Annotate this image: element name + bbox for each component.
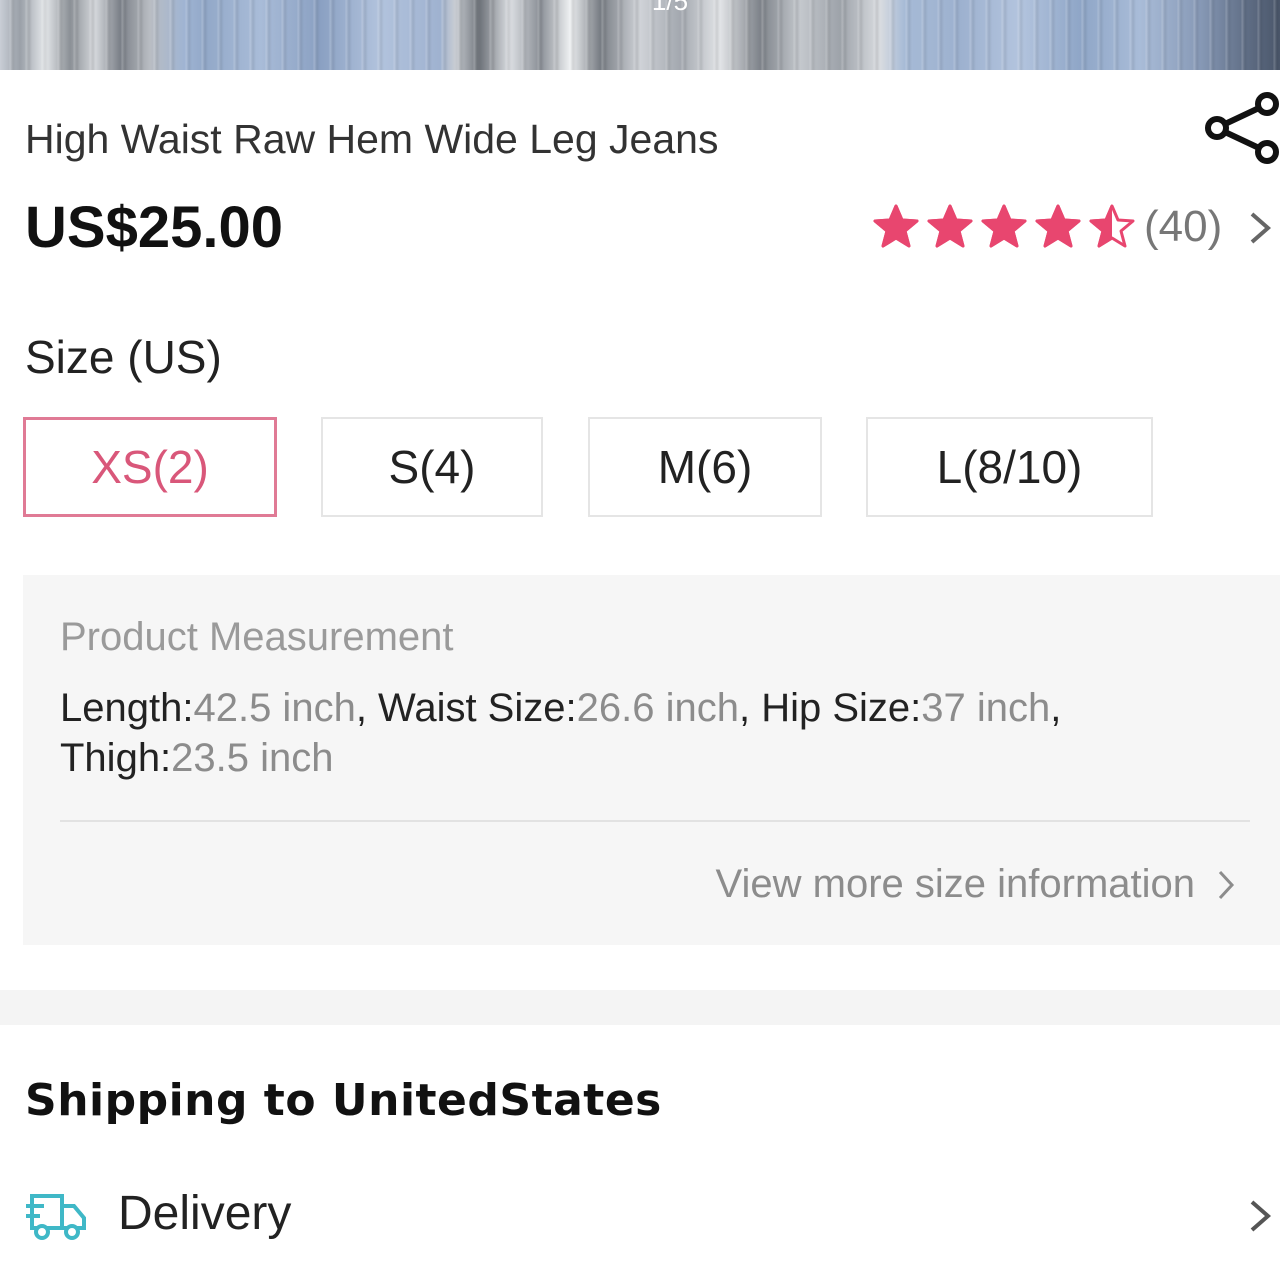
chevron-right-icon[interactable] [1248, 210, 1272, 246]
view-more-label: View more size information [715, 862, 1195, 906]
size-section-label: Size (US) [25, 331, 222, 383]
divider [60, 820, 1250, 822]
share-icon[interactable] [1203, 92, 1280, 166]
product-price: US$25.00 [25, 195, 283, 260]
measurement-value-hip: 37 inch [921, 686, 1051, 730]
measurement-key-length: Length: [60, 686, 194, 730]
star-full-icon [1035, 204, 1081, 248]
measurement-key-waist: Waist Size: [378, 686, 577, 730]
product-measurement-panel: Product Measurement Length:42.5 inch, Wa… [23, 575, 1280, 945]
chevron-right-icon [1218, 870, 1235, 899]
measurement-key-hip: Hip Size: [761, 686, 922, 730]
star-half-icon [1089, 204, 1135, 248]
delivery-label: Delivery [118, 1187, 292, 1240]
section-separator [0, 990, 1280, 1025]
measurement-value-waist: 26.6 inch [576, 686, 739, 730]
image-counter: 1/5 [651, 0, 689, 16]
star-full-icon [927, 204, 973, 248]
star-full-icon [981, 204, 1027, 248]
delivery-row[interactable]: Delivery [0, 1170, 1280, 1260]
product-title: High Waist Raw Hem Wide Leg Jeans [25, 116, 719, 162]
delivery-truck-icon [26, 1194, 86, 1240]
size-option-m[interactable]: M(6) [588, 417, 822, 517]
rating-summary[interactable]: (40) [872, 199, 1222, 255]
measurement-key-thigh: Thigh: [60, 736, 172, 780]
star-full-icon [873, 204, 919, 248]
size-option-s[interactable]: S(4) [321, 417, 543, 517]
measurement-value-length: 42.5 inch [193, 686, 356, 730]
measurement-value-thigh: 23.5 inch [171, 736, 334, 780]
product-image-carousel[interactable]: 1/5 [0, 0, 1280, 70]
rating-stars [872, 203, 1142, 251]
view-more-size-info-link[interactable]: View more size information [716, 862, 1235, 907]
shipping-title: Shipping to UnitedStates [25, 1075, 662, 1126]
product-detail-page: 1/5 High Waist Raw Hem Wide Leg Jeans US… [0, 0, 1280, 1280]
size-option-l[interactable]: L(8/10) [866, 417, 1153, 517]
review-count: (40) [1144, 202, 1223, 251]
measurement-title: Product Measurement [60, 615, 454, 659]
chevron-right-icon [1250, 1200, 1272, 1232]
size-option-xs[interactable]: XS(2) [23, 417, 277, 517]
measurement-details: Length:42.5 inch, Waist Size:26.6 inch, … [60, 686, 1062, 780]
